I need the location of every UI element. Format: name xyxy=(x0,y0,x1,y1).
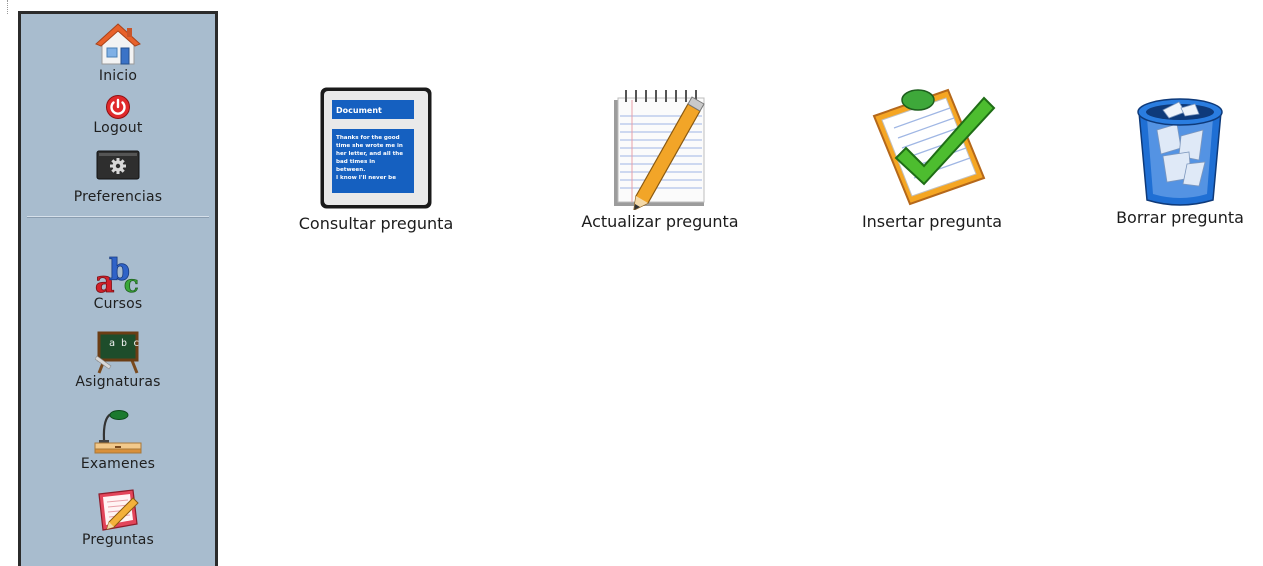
sidebar-item-cursos[interactable]: a b c Cursos xyxy=(21,250,215,312)
document-icon: Document Thanks for the good time she wr… xyxy=(280,86,472,210)
actualizar-pregunta-button[interactable]: Actualizar pregunta xyxy=(562,86,758,231)
svg-text:a b c: a b c xyxy=(109,338,139,349)
document-line: Thanks for the good xyxy=(336,135,400,141)
desk-lamp-icon xyxy=(21,408,215,454)
sidebar-item-label: Asignaturas xyxy=(75,374,161,390)
sidebar-item-label: Examenes xyxy=(80,456,156,472)
document-title: Document xyxy=(336,106,382,115)
sidebar-item-label: Preguntas xyxy=(81,532,155,548)
notepad-pencil-icon xyxy=(21,488,215,532)
power-icon xyxy=(21,94,215,120)
notepad-pencil-icon xyxy=(562,86,758,210)
action-label: Insertar pregunta xyxy=(861,212,1003,231)
sidebar-item-label: Cursos xyxy=(93,296,143,312)
clipboard-check-icon xyxy=(842,86,1022,210)
sidebar-item-examenes[interactable]: Examenes xyxy=(21,408,215,472)
sidebar: Inicio Logout Preferencias a b c Cursos … xyxy=(18,11,218,566)
document-line: her letter, and all the xyxy=(336,151,403,157)
abc-icon: a b c xyxy=(21,250,215,296)
sidebar-divider xyxy=(27,216,209,218)
sidebar-item-inicio[interactable]: Inicio xyxy=(21,22,215,84)
sidebar-item-label: Logout xyxy=(93,120,143,136)
borrar-pregunta-button[interactable]: Borrar pregunta xyxy=(1100,90,1260,227)
sidebar-item-label: Preferencias xyxy=(73,189,163,205)
sidebar-item-label: Inicio xyxy=(98,68,138,84)
document-line: between. xyxy=(336,167,365,173)
chalkboard-icon: a b c xyxy=(21,330,215,374)
action-label: Consultar pregunta xyxy=(298,214,454,233)
corner-marker xyxy=(7,0,9,14)
sidebar-item-preferencias[interactable]: Preferencias xyxy=(21,150,215,205)
consultar-pregunta-button[interactable]: Document Thanks for the good time she wr… xyxy=(280,86,472,233)
insertar-pregunta-button[interactable]: Insertar pregunta xyxy=(842,86,1022,231)
trash-bin-icon xyxy=(1100,90,1260,208)
sidebar-item-asignaturas[interactable]: a b c Asignaturas xyxy=(21,330,215,390)
action-label: Actualizar pregunta xyxy=(581,212,739,231)
document-line: bad times in xyxy=(336,159,375,165)
home-icon xyxy=(21,22,215,68)
document-line: I know I'll never be xyxy=(336,175,396,181)
sidebar-item-preguntas[interactable]: Preguntas xyxy=(21,488,215,548)
document-line: time she wrote me in xyxy=(336,143,403,149)
action-label: Borrar pregunta xyxy=(1116,208,1244,227)
svg-text:c: c xyxy=(124,269,139,296)
gear-icon xyxy=(21,150,215,180)
sidebar-item-logout[interactable]: Logout xyxy=(21,94,215,136)
